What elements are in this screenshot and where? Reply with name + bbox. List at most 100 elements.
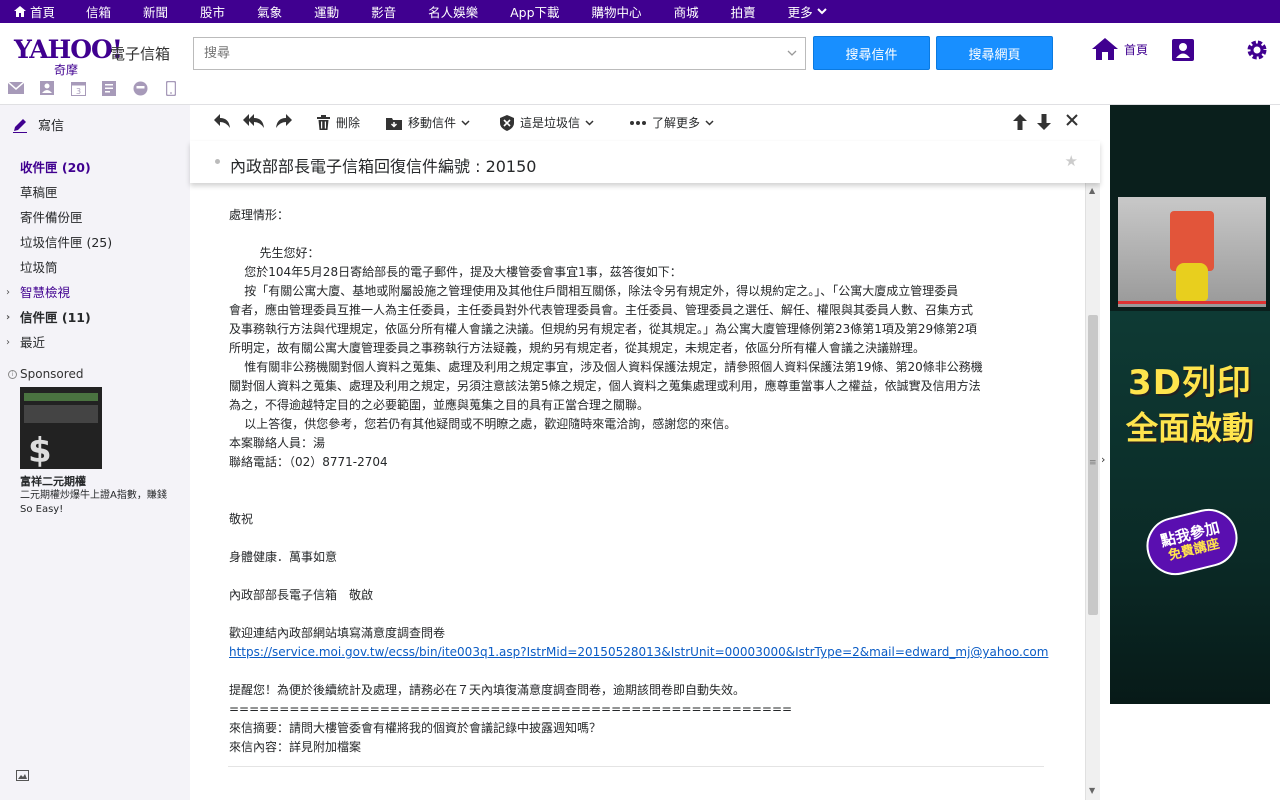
message-text-line: 惟有關非公務機關對個人資料之蒐集、處理及利用之規定事宜，涉及個人資料保護法規定，… [229, 360, 983, 374]
folder-drafts[interactable]: 草稿匣 [20, 180, 112, 205]
mail-header: YAHOO! 奇摩 電子信箱 搜尋信件 搜尋網頁 首頁 3 [0, 23, 1280, 105]
topnav-item-news[interactable]: 新聞 [143, 2, 168, 21]
folder-spam[interactable]: 垃圾信件匣 (25) [20, 230, 112, 255]
topnav-label: 名人娛樂 [428, 5, 479, 20]
folder-smart-views[interactable]: › 智慧檢視 [6, 280, 112, 305]
next-message-button[interactable] [1037, 114, 1057, 130]
expand-arrow-icon[interactable]: › [6, 305, 10, 330]
survey-link[interactable]: https://service.moi.gov.tw/ecss/bin/ite0… [229, 645, 1048, 659]
chevron-down-icon [816, 8, 827, 15]
move-button[interactable]: 移動信件 [386, 114, 476, 131]
spam-button[interactable]: 這是垃圾信 [500, 114, 600, 131]
message-toolbar: 刪除 移動信件 這是垃圾信 了解更多 [190, 105, 1100, 141]
topnav-item-auction[interactable]: 拍賣 [731, 2, 756, 21]
image-toggle-icon[interactable] [16, 770, 29, 785]
ad-headline-2: 全面啟動 [1125, 409, 1254, 447]
ad-video-progress [1118, 301, 1266, 304]
message-text-line [229, 472, 1049, 491]
topnav-item-more[interactable]: 更多 [788, 2, 827, 21]
delete-button[interactable]: 刪除 [317, 114, 360, 131]
folder-recent[interactable]: › 最近 [6, 330, 112, 355]
sponsored-ad-image[interactable]: $ [20, 387, 102, 469]
header-home-link[interactable]: 首頁 [1092, 38, 1148, 60]
search-box[interactable] [193, 37, 806, 70]
folder-sent[interactable]: 寄件備份匣 [20, 205, 112, 230]
topnav-item-weather[interactable]: 氣象 [257, 2, 282, 21]
message-text-line [229, 225, 1049, 244]
calendar-app-icon[interactable]: 3 [70, 80, 86, 96]
search-options-chevron-icon[interactable] [787, 46, 797, 59]
search-input[interactable] [204, 46, 774, 61]
collapse-ad-chevron-icon[interactable]: › [1101, 453, 1105, 466]
folder-trash[interactable]: 垃圾筒 [20, 255, 112, 280]
search-web-button[interactable]: 搜尋網頁 [936, 36, 1053, 70]
message-body-pane: 處理情形： 先生您好： 您於104年5月28日寄給部長的電子郵件，提及大樓管委會… [190, 183, 1085, 800]
topnav-item-video[interactable]: 影音 [371, 2, 396, 21]
sponsored-ad-title[interactable]: 富祥二元期權 [20, 473, 86, 489]
message-text-line: 本案聯絡人員：湯 [229, 436, 326, 450]
mail-app-icon[interactable] [8, 80, 24, 96]
topnav-label: 更多 [787, 5, 813, 20]
close-message-button[interactable] [1066, 114, 1084, 126]
sponsored-label: i Sponsored [8, 367, 83, 381]
expand-arrow-icon[interactable]: › [6, 330, 10, 355]
folder-inbox[interactable]: 收件匣 (20) [20, 155, 112, 180]
message-body: 處理情形： 先生您好： 您於104年5月28日寄給部長的電子郵件，提及大樓管委會… [229, 206, 1049, 757]
message-text-line [229, 491, 1049, 510]
compose-label: 寫信 [38, 119, 65, 134]
expand-arrow-icon[interactable]: › [6, 280, 10, 305]
search-mail-button[interactable]: 搜尋信件 [813, 36, 930, 70]
topnav-item-mall[interactable]: 商城 [674, 2, 699, 21]
right-banner-ad[interactable]: 3D列印 全面啟動 點我參加 免費講座 [1110, 105, 1270, 704]
message-text-line [229, 529, 1049, 548]
topnav-item-sports[interactable]: 運動 [314, 2, 339, 21]
message-text-line: 及事務執行方法與代理規定，依區分所有權人會議之決議。但規約另有規定者，從其規定。… [229, 322, 977, 336]
message-text-line: 來信內容：詳見附加檔案 [229, 740, 362, 754]
shield-x-icon [500, 114, 514, 131]
notepad-app-icon[interactable] [101, 80, 117, 96]
star-icon[interactable]: ★ [1065, 152, 1078, 170]
scroll-down-arrow-icon[interactable]: ▼ [1089, 786, 1095, 795]
more-actions-button[interactable]: 了解更多 [630, 114, 720, 131]
contacts-icon[interactable] [1172, 39, 1194, 65]
previous-message-button[interactable] [1013, 114, 1033, 130]
message-scrollbar[interactable]: ▲ ≡ ▼ [1085, 183, 1100, 800]
reply-button[interactable] [214, 114, 236, 128]
topnav-item-stocks[interactable]: 股市 [200, 2, 225, 21]
messenger-app-icon[interactable] [132, 80, 148, 96]
topnav-label: 購物中心 [591, 5, 642, 20]
message-text-line: ========================================… [229, 702, 793, 716]
topnav-item-app-download[interactable]: App下載 [510, 2, 559, 21]
yahoo-mail-logo[interactable]: YAHOO! 奇摩 電子信箱 [14, 35, 174, 77]
topnav-label: 商城 [673, 5, 699, 20]
ad-headline-1: 3D列印 [1128, 363, 1252, 403]
info-icon[interactable]: i [8, 369, 17, 379]
arrow-down-icon [1037, 114, 1051, 130]
contacts-app-icon[interactable] [39, 80, 55, 96]
reply-all-button[interactable] [243, 114, 271, 128]
message-text-line: 按「有關公寓大廈、基地或附屬設施之管理使用及其他住戶間相互關係，除法令另有規定外… [229, 284, 959, 298]
topnav-item-mail[interactable]: 信箱 [86, 2, 111, 21]
sponsored-ad-description[interactable]: 二元期權炒爆牛上證A指數，賺錢So Easy! [20, 489, 170, 517]
compose-button[interactable]: 寫信 [12, 115, 64, 134]
chevron-down-icon [585, 119, 594, 126]
folder-folders[interactable]: › 信件匣 (11) [6, 305, 112, 330]
topnav-item-shopping[interactable]: 購物中心 [592, 2, 642, 21]
topnav-item-celebrity[interactable]: 名人娛樂 [428, 2, 478, 21]
home-icon [1092, 38, 1118, 60]
mobile-app-icon[interactable] [163, 80, 179, 96]
message-text-line: 所明定，故有關公寓大廈管理委員之事務執行方法疑義，規約另有規定者，從其規定，未規… [229, 341, 926, 355]
topnav-item-home[interactable]: 首頁 [14, 2, 55, 21]
top-navigation-bar: 首頁 信箱 新聞 股市 氣象 運動 影音 名人娛樂 App下載 購物中心 商城 … [0, 0, 1280, 23]
unread-dot-icon[interactable] [215, 159, 220, 164]
forward-button[interactable] [276, 114, 298, 128]
topnav-label: App下載 [510, 5, 560, 20]
logo-product: 電子信箱 [110, 45, 171, 63]
message-text-line: 為之，不得逾越特定目的之必要範圍，並應與蒐集之目的具有正當合理之關聯。 [229, 398, 650, 412]
settings-gear-icon[interactable] [1246, 39, 1268, 65]
message-text-line: 處理情形： [229, 208, 290, 222]
topnav-label: 運動 [314, 5, 340, 20]
message-text-line: 以上答復，供您參考，您若仍有其他疑問或不明瞭之處，歡迎隨時來電洽詢，感謝您的來信… [229, 417, 737, 431]
scroll-up-arrow-icon[interactable]: ▲ [1089, 186, 1095, 195]
logo-brand: YAHOO! [14, 35, 123, 64]
